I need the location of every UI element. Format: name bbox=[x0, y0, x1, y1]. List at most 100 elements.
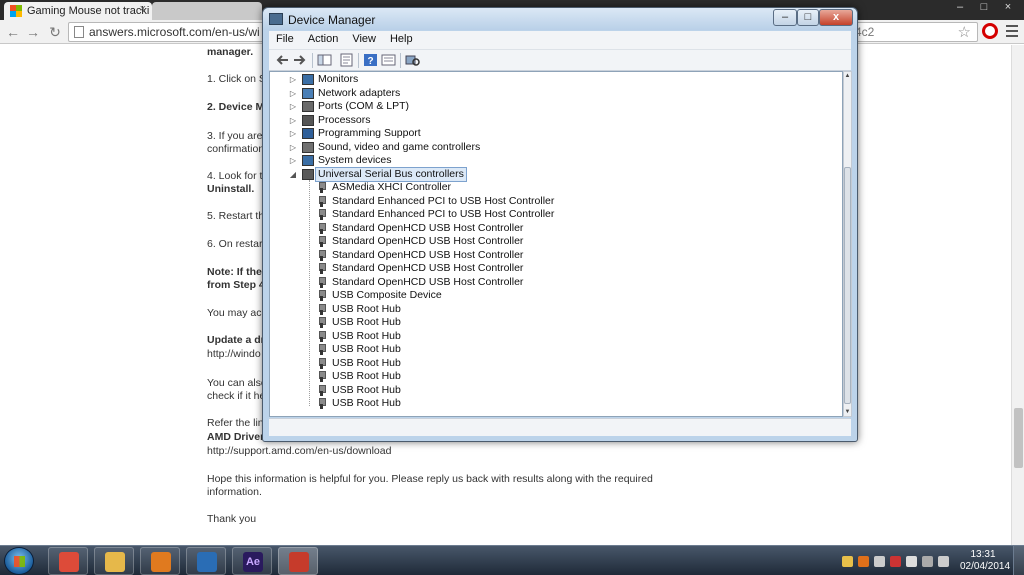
usb-device-label: Standard OpenHCD USB Host Controller bbox=[332, 262, 524, 274]
collapsed-arrow-icon[interactable]: ▷ bbox=[289, 114, 297, 127]
usb-device-item[interactable]: USB Root Hub bbox=[270, 397, 840, 410]
tray-icon[interactable] bbox=[858, 555, 869, 567]
tree-category[interactable]: ▷ System devices bbox=[270, 154, 840, 167]
clock[interactable]: 13:31 02/04/2014 bbox=[960, 549, 1010, 573]
tray-icon[interactable] bbox=[906, 555, 917, 567]
usb-device-item[interactable]: USB Root Hub bbox=[270, 330, 840, 343]
page-link[interactable]: http://windo bbox=[207, 348, 261, 361]
help-icon[interactable]: ? bbox=[363, 53, 378, 67]
dm-scrollbar-thumb[interactable] bbox=[844, 167, 851, 404]
dm-vertical-scrollbar[interactable]: ▲ ▼ bbox=[843, 71, 852, 417]
tray-icon[interactable] bbox=[890, 555, 901, 567]
taskbar-app-device-manager[interactable] bbox=[278, 547, 318, 575]
opera-extension-icon[interactable] bbox=[982, 23, 998, 39]
scan-hardware-changes-icon[interactable] bbox=[405, 53, 420, 67]
usb-device-label: USB Root Hub bbox=[332, 356, 401, 369]
browser-minimize-button[interactable]: – bbox=[948, 0, 972, 16]
tray-icon[interactable] bbox=[842, 555, 853, 567]
taskbar-app-after-effects[interactable]: Ae bbox=[232, 547, 272, 575]
usb-device-item[interactable]: Standard Enhanced PCI to USB Host Contro… bbox=[270, 195, 840, 208]
menu-help[interactable]: Help bbox=[383, 31, 420, 49]
collapsed-arrow-icon[interactable]: ▷ bbox=[289, 127, 297, 140]
usb-device-item[interactable]: USB Root Hub bbox=[270, 303, 840, 316]
usb-device-item[interactable]: Standard Enhanced PCI to USB Host Contro… bbox=[270, 208, 840, 221]
tree-category[interactable]: ▷ Monitors bbox=[270, 73, 840, 86]
page-line: check if it he bbox=[207, 390, 266, 402]
usb-device-item[interactable]: USB Root Hub bbox=[270, 343, 840, 356]
scroll-down-arrow-icon[interactable]: ▼ bbox=[844, 409, 851, 415]
tree-category[interactable]: ◢ Universal Serial Bus controllers bbox=[270, 166, 840, 182]
back-icon[interactable] bbox=[275, 53, 290, 67]
properties-icon[interactable] bbox=[339, 53, 354, 67]
tree-category[interactable]: ▷ Network adapters bbox=[270, 87, 840, 100]
dm-close-button[interactable]: x bbox=[819, 9, 853, 26]
taskbar-app-chrome[interactable] bbox=[48, 547, 88, 575]
tree-category-label: Ports (COM & LPT) bbox=[318, 100, 410, 112]
forward-arrow-icon[interactable]: → bbox=[24, 23, 42, 41]
device-category-icon bbox=[302, 74, 314, 85]
usb-device-item[interactable]: Standard OpenHCD USB Host Controller bbox=[270, 276, 840, 289]
menu-view[interactable]: View bbox=[345, 31, 383, 49]
page-line: 5. Restart th bbox=[207, 210, 265, 222]
tray-icon[interactable] bbox=[922, 555, 933, 567]
dm-title: Device Manager bbox=[288, 13, 376, 27]
collapsed-arrow-icon[interactable]: ▷ bbox=[289, 87, 297, 100]
tree-category[interactable]: ▷ Programming Support bbox=[270, 127, 840, 140]
page-scrollbar[interactable] bbox=[1011, 45, 1024, 545]
details-icon[interactable] bbox=[381, 53, 396, 67]
scroll-up-arrow-icon[interactable]: ▲ bbox=[844, 73, 851, 79]
page-line: Uninstall. bbox=[207, 183, 255, 195]
dm-titlebar[interactable]: Device Manager – □ x bbox=[263, 8, 857, 30]
usb-device-label: USB Root Hub bbox=[332, 370, 401, 382]
show-desktop-button[interactable] bbox=[1013, 546, 1024, 575]
menu-file[interactable]: File bbox=[269, 31, 301, 49]
expanded-arrow-icon[interactable]: ◢ bbox=[289, 168, 297, 181]
tree-category[interactable]: ▷ Ports (COM & LPT) bbox=[270, 100, 840, 113]
page-scrollbar-thumb[interactable] bbox=[1014, 408, 1023, 468]
collapsed-arrow-icon[interactable]: ▷ bbox=[289, 141, 297, 154]
browser-tab-active[interactable]: Gaming Mouse not tracki × bbox=[4, 2, 152, 20]
collapsed-arrow-icon[interactable]: ▷ bbox=[289, 154, 297, 167]
collapsed-arrow-icon[interactable]: ▷ bbox=[289, 100, 297, 113]
remote-desktop-icon bbox=[197, 552, 217, 572]
start-button[interactable] bbox=[4, 547, 34, 575]
forward-icon[interactable] bbox=[292, 53, 307, 67]
bookmark-star-icon[interactable]: ☆ bbox=[958, 23, 971, 41]
taskbar-app-media-player[interactable] bbox=[140, 547, 180, 575]
taskbar-app-remote-desktop[interactable] bbox=[186, 547, 226, 575]
usb-device-item[interactable]: Standard OpenHCD USB Host Controller bbox=[270, 235, 840, 248]
usb-device-item[interactable]: USB Root Hub bbox=[270, 384, 840, 397]
show-hide-console-tree-icon[interactable] bbox=[317, 53, 332, 67]
tree-category-label: Programming Support bbox=[318, 127, 421, 139]
tray-icon[interactable] bbox=[938, 555, 949, 567]
browser-menu-icon[interactable] bbox=[1006, 23, 1018, 39]
usb-device-item[interactable]: USB Root Hub bbox=[270, 316, 840, 329]
usb-device-item[interactable]: Standard OpenHCD USB Host Controller bbox=[270, 222, 840, 235]
taskbar-app-explorer[interactable] bbox=[94, 547, 134, 575]
usb-device-item[interactable]: USB Composite Device bbox=[270, 289, 840, 302]
device-tree[interactable]: ▷ Monitors ▷ Network adapters ▷ Ports (COM & … bbox=[269, 71, 843, 417]
reload-icon[interactable]: ↻ bbox=[46, 23, 64, 41]
collapsed-arrow-icon[interactable]: ▷ bbox=[289, 73, 297, 86]
tree-category[interactable]: ▷ Processors bbox=[270, 114, 840, 127]
browser-maximize-button[interactable]: □ bbox=[972, 0, 996, 16]
browser-tab-new[interactable] bbox=[152, 2, 262, 20]
usb-device-icon bbox=[318, 384, 326, 396]
tree-category[interactable]: ▷ Sound, video and game controllers bbox=[270, 141, 840, 154]
chrome-icon bbox=[59, 552, 79, 572]
back-arrow-icon[interactable]: ← bbox=[4, 23, 22, 41]
dm-minimize-button[interactable]: – bbox=[773, 9, 797, 26]
usb-device-item[interactable]: Standard OpenHCD USB Host Controller bbox=[270, 249, 840, 262]
browser-tab-title: Gaming Mouse not tracki bbox=[27, 5, 150, 17]
usb-device-item[interactable]: ASMedia XHCI Controller bbox=[270, 181, 840, 194]
tray-icon[interactable] bbox=[874, 555, 885, 567]
usb-device-item[interactable]: USB Root Hub bbox=[270, 357, 840, 370]
browser-close-button[interactable]: × bbox=[996, 0, 1020, 16]
usb-device-icon bbox=[318, 344, 326, 355]
dm-maximize-button[interactable]: □ bbox=[797, 9, 819, 26]
menu-action[interactable]: Action bbox=[301, 31, 346, 49]
usb-device-item[interactable]: Standard OpenHCD USB Host Controller bbox=[270, 262, 840, 275]
usb-device-item[interactable]: USB Root Hub bbox=[270, 370, 840, 383]
amd-support-link[interactable]: http://support.amd.com/en-us/download bbox=[207, 445, 391, 458]
tab-close-icon[interactable]: × bbox=[140, 3, 146, 15]
